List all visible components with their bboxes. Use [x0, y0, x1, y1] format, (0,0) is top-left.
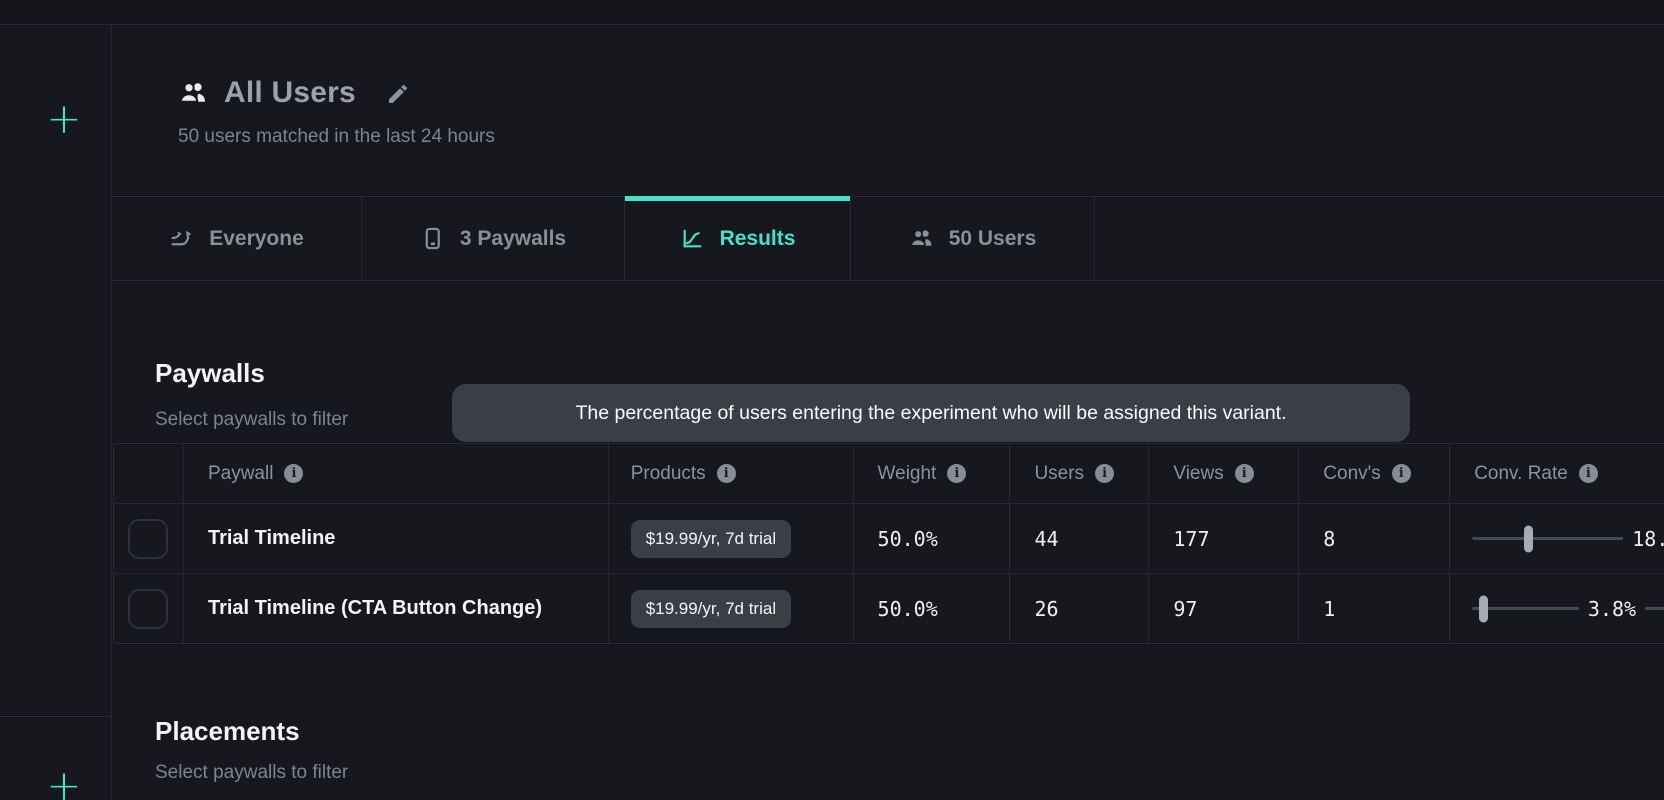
tab-results[interactable]: Results — [625, 197, 851, 280]
users-icon — [909, 226, 934, 251]
placements-section-title: Placements — [155, 716, 300, 747]
tab-paywalls[interactable]: 3 Paywalls — [362, 197, 625, 280]
column-header-products: Products — [631, 463, 706, 485]
users-icon — [178, 78, 208, 108]
convs-value: 8 — [1299, 504, 1450, 573]
header-checkbox-cell — [114, 444, 184, 503]
phone-icon — [420, 226, 445, 251]
info-icon[interactable]: i — [1095, 464, 1114, 483]
add-placement-button[interactable]: + — [46, 768, 82, 800]
users-value: 26 — [1010, 574, 1149, 643]
info-icon[interactable]: i — [1579, 464, 1598, 483]
slider-handle[interactable] — [1479, 595, 1488, 622]
table-row: Trial Timeline $19.99/yr, 7d trial 50.0%… — [114, 504, 1664, 574]
table-row: Trial Timeline (CTA Button Change) $19.9… — [114, 574, 1664, 644]
info-icon[interactable]: i — [947, 464, 966, 483]
sidebar-divider — [0, 716, 111, 717]
slider-value: 18.2% — [1623, 524, 1664, 554]
slider-handle[interactable] — [1524, 525, 1533, 552]
experiment-dashboard: + + All Users 50 users matched in the la… — [0, 0, 1664, 800]
paywall-name: Trial Timeline (CTA Button Change) — [208, 597, 542, 620]
segment-title: All Users — [224, 76, 356, 110]
paywall-name: Trial Timeline — [208, 527, 335, 550]
slider-value: 3.8% — [1579, 594, 1645, 624]
paywalls-table: Paywall i Products i Weight i Users i Vi… — [113, 443, 1664, 644]
top-bar — [0, 0, 1664, 25]
info-icon[interactable]: i — [284, 464, 303, 483]
tab-label: 50 Users — [949, 227, 1037, 251]
row-checkbox[interactable] — [128, 589, 168, 629]
tab-everyone[interactable]: Everyone — [112, 197, 362, 280]
paywalls-section-subtitle: Select paywalls to filter — [155, 409, 348, 431]
column-header-users: Users — [1034, 463, 1084, 485]
tab-label: 3 Paywalls — [460, 227, 566, 251]
tab-bar: Everyone 3 Paywalls Results — [112, 196, 1664, 281]
weight-value: 50.0% — [854, 504, 1011, 573]
conv-rate-slider: 18.2% — [1450, 504, 1664, 573]
split-arrow-icon — [169, 226, 194, 251]
weight-value: 50.0% — [854, 574, 1011, 643]
info-icon[interactable]: i — [717, 464, 736, 483]
paywalls-section-title: Paywalls — [155, 358, 265, 389]
users-value: 44 — [1010, 504, 1149, 573]
placements-section-subtitle: Select paywalls to filter — [155, 762, 348, 784]
tab-label: Everyone — [209, 227, 304, 251]
edit-pencil-icon[interactable] — [386, 82, 410, 106]
info-icon[interactable]: i — [1235, 464, 1254, 483]
product-chip: $19.99/yr, 7d trial — [631, 590, 791, 628]
row-checkbox[interactable] — [128, 519, 168, 559]
segment-subtitle: 50 users matched in the last 24 hours — [178, 126, 495, 148]
tab-users[interactable]: 50 Users — [851, 197, 1095, 280]
product-chip: $19.99/yr, 7d trial — [631, 520, 791, 558]
column-header-paywall: Paywall — [208, 463, 273, 485]
tooltip-text: The percentage of users entering the exp… — [575, 402, 1286, 425]
column-header-convs: Conv's — [1323, 463, 1380, 485]
column-header-views: Views — [1173, 463, 1223, 485]
views-value: 97 — [1149, 574, 1299, 643]
column-header-weight: Weight — [878, 463, 937, 485]
table-header-row: Paywall i Products i Weight i Users i Vi… — [114, 444, 1664, 504]
views-value: 177 — [1149, 504, 1299, 573]
column-header-conv-rate: Conv. Rate — [1474, 463, 1568, 485]
convs-value: 1 — [1299, 574, 1450, 643]
tab-label: Results — [720, 227, 796, 251]
add-segment-button[interactable]: + — [46, 101, 82, 137]
weight-tooltip: The percentage of users entering the exp… — [452, 384, 1410, 442]
info-icon[interactable]: i — [1392, 464, 1411, 483]
line-chart-icon — [680, 226, 705, 251]
conv-rate-slider: 3.8% — [1450, 574, 1664, 643]
segments-sidebar: + + — [0, 25, 112, 800]
